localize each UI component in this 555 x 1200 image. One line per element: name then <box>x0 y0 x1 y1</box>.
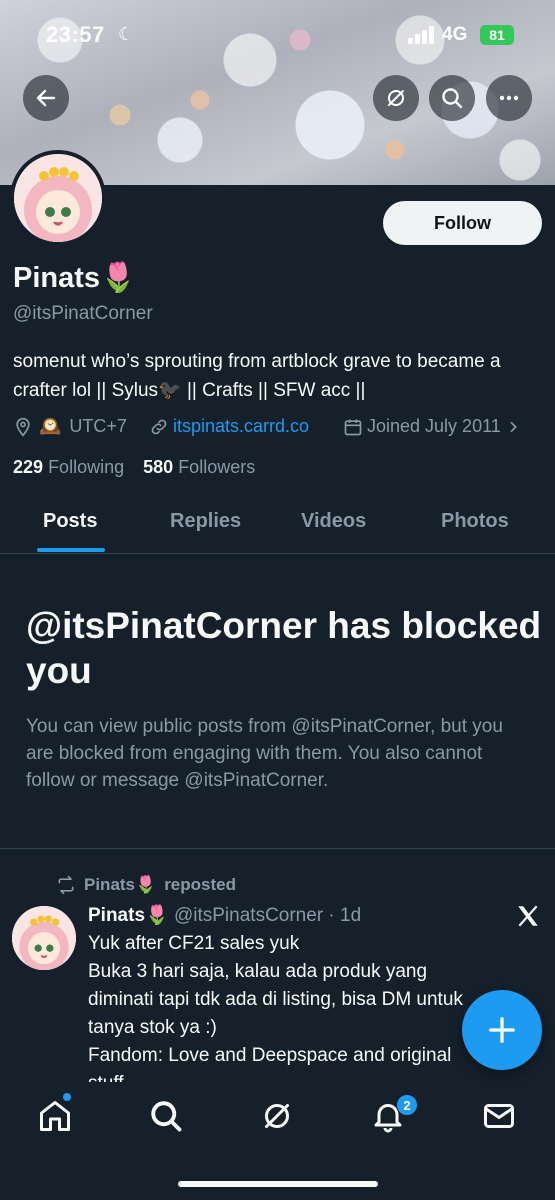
x-logo-icon <box>518 905 538 927</box>
network-type: 4G <box>442 24 468 45</box>
profile-tabs: Posts Replies Videos Photos <box>0 496 555 554</box>
home-icon[interactable] <box>37 1098 73 1134</box>
location-pin-icon <box>16 417 30 437</box>
back-button[interactable] <box>23 75 69 121</box>
website[interactable]: itspinats.carrd.co <box>149 416 309 437</box>
chevron-right-icon <box>510 421 517 432</box>
grok-button[interactable] <box>373 75 419 121</box>
tulip-emoji: 🌷 <box>100 262 137 294</box>
profile-meta: 🕰️ UTC+7 itspinats.carrd.co Joined July … <box>13 416 553 442</box>
active-tab-indicator <box>37 548 105 552</box>
tab-photos[interactable]: Photos <box>441 510 509 533</box>
blocked-title: @itsPinatCorner has blocked you <box>26 605 542 691</box>
clock: 23:57 <box>46 22 105 47</box>
arrow-left-icon <box>36 89 56 107</box>
join-date[interactable]: Joined July 2011 <box>343 416 521 437</box>
following-link[interactable]: 229 Following <box>13 457 124 477</box>
follow-counts: 229 Following 580 Followers <box>13 457 255 478</box>
post-avatar[interactable] <box>12 906 76 970</box>
link-icon <box>151 419 167 434</box>
tab-posts[interactable]: Posts <box>43 510 97 533</box>
location: 🕰️ UTC+7 <box>13 416 127 437</box>
clock-emoji: 🕰️ <box>39 416 62 436</box>
avatar <box>14 154 102 242</box>
follow-button[interactable]: Follow <box>383 201 542 245</box>
grok-icon <box>388 90 404 106</box>
website-link[interactable]: itspinats.carrd.co <box>173 416 309 437</box>
divider <box>0 848 555 849</box>
post-author-handle[interactable]: @itsPinatsCorner <box>174 905 323 926</box>
moon-icon: ☾ <box>118 24 135 44</box>
battery-icon: 81 <box>480 25 514 45</box>
notifications-badge: 2 <box>396 1094 418 1116</box>
status-bar: 23:57 ☾ 4G 81 <box>0 22 555 52</box>
calendar-icon <box>344 419 362 435</box>
post-author-name[interactable]: Pinats🌷 <box>88 905 169 926</box>
signal-icon <box>408 26 436 44</box>
mail-icon[interactable] <box>481 1098 517 1134</box>
grok-icon[interactable] <box>259 1098 295 1134</box>
plus-icon <box>489 1017 515 1043</box>
repost-icon <box>58 875 74 895</box>
post-time: · 1d <box>328 905 362 926</box>
repost-label: reposted <box>164 875 236 894</box>
tab-videos[interactable]: Videos <box>301 510 366 533</box>
search-button[interactable] <box>429 75 475 121</box>
home-unread-dot <box>63 1093 71 1101</box>
profile-name-text: Pinats <box>13 262 101 294</box>
search-icon <box>442 88 463 109</box>
blocked-description: You can view public posts from @itsPinat… <box>26 716 503 791</box>
profile-avatar[interactable] <box>10 150 106 246</box>
profile-handle: @itsPinatCorner <box>13 303 153 324</box>
location-text: UTC+7 <box>69 416 127 436</box>
repost-indicator: Pinats🌷 reposted <box>56 875 236 895</box>
more-icon <box>499 95 519 101</box>
compose-button[interactable] <box>462 990 542 1070</box>
search-icon[interactable] <box>148 1098 184 1134</box>
more-button[interactable] <box>486 75 532 121</box>
followers-link[interactable]: 580 Followers <box>143 457 255 477</box>
home-indicator <box>178 1181 378 1187</box>
post-body[interactable]: Yuk after CF21 sales yuk Buka 3 hari saj… <box>88 930 488 1082</box>
profile-name: Pinats🌷 <box>13 261 136 295</box>
tab-replies[interactable]: Replies <box>170 510 241 533</box>
joined-text: Joined July 2011 <box>367 416 501 436</box>
repost-name[interactable]: Pinats🌷 <box>84 875 156 895</box>
profile-bio: somenut who’s sprouting from artblock gr… <box>13 351 501 401</box>
post-header: Pinats🌷 @itsPinatsCorner · 1d <box>88 903 361 927</box>
